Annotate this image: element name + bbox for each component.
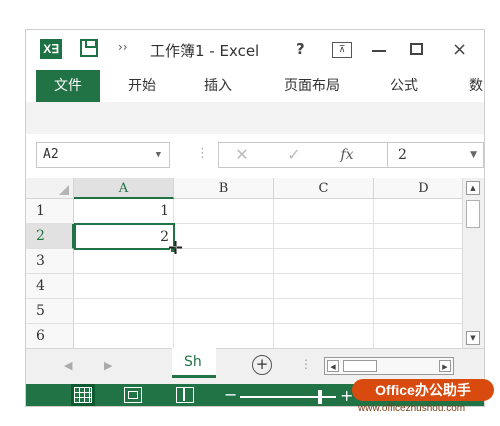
row-header-4[interactable]: 4 — [26, 274, 74, 299]
maximize-button[interactable] — [410, 43, 423, 55]
excel-logo-icon[interactable]: X∃ — [40, 39, 62, 59]
select-all-button[interactable] — [26, 178, 74, 199]
title-bar: X∃ ›› 工作簿1 - Excel ? ⊼ × — [26, 30, 484, 70]
window-title: 工作簿1 - Excel — [150, 42, 260, 60]
vertical-scroll-thumb[interactable] — [466, 200, 480, 228]
enter-icon[interactable]: ✓ — [279, 143, 309, 167]
cell-d3[interactable] — [374, 249, 462, 274]
zoom-out-button[interactable]: − — [224, 387, 237, 403]
scroll-up-icon[interactable]: ▲ — [466, 181, 480, 195]
sheet-prev-icon[interactable]: ◀ — [64, 359, 72, 372]
formula-value: 2 — [398, 147, 407, 163]
cell-a4[interactable] — [74, 274, 174, 299]
page-layout-view-icon[interactable] — [124, 387, 142, 403]
formula-bar: A2 ▼ ⋮ ✕ ✓ fx 2 ▼ — [26, 134, 484, 178]
cell-c3[interactable] — [274, 249, 374, 274]
tab-page-layout[interactable]: 页面布局 — [272, 70, 352, 102]
name-box-value: A2 — [43, 147, 59, 162]
tab-formulas[interactable]: 公式 — [378, 70, 430, 102]
watermark-url: www.officezhushou.com — [358, 403, 466, 414]
tab-split-grip-icon[interactable]: ⋮ — [300, 357, 312, 371]
spreadsheet-grid: A B C D 1 2 3 4 5 6 1 2 ✛ — [26, 178, 462, 348]
scroll-down-icon[interactable]: ▼ — [466, 331, 480, 345]
cell-d6[interactable] — [374, 324, 462, 348]
tab-file[interactable]: 文件 — [36, 70, 100, 102]
cell-b3[interactable] — [174, 249, 274, 274]
expand-formula-bar-icon[interactable]: ▼ — [470, 143, 477, 167]
column-header-b[interactable]: B — [174, 178, 274, 199]
watermark-badge: Office办公助手 — [352, 379, 494, 401]
name-box[interactable]: A2 ▼ — [36, 142, 170, 168]
excel-window: X∃ ›› 工作簿1 - Excel ? ⊼ × 文件 开始 插入 页面布局 公… — [25, 29, 485, 407]
minimize-button[interactable] — [372, 42, 386, 52]
name-box-dropdown-icon[interactable]: ▼ — [156, 143, 161, 167]
cell-b1[interactable] — [174, 199, 274, 224]
column-header-c[interactable]: C — [274, 178, 374, 199]
cell-a2-active[interactable]: 2 — [74, 223, 175, 250]
cell-b2[interactable] — [174, 224, 274, 249]
vertical-scrollbar[interactable]: ▲ ▼ — [462, 178, 484, 348]
cell-b4[interactable] — [174, 274, 274, 299]
cell-d5[interactable] — [374, 299, 462, 324]
row-header-1[interactable]: 1 — [26, 199, 74, 224]
quick-access-more-icon[interactable]: ›› — [118, 40, 128, 54]
cell-a1[interactable]: 1 — [74, 199, 174, 224]
cell-c5[interactable] — [274, 299, 374, 324]
save-icon[interactable] — [80, 39, 98, 57]
add-sheet-button[interactable]: + — [252, 355, 272, 375]
cell-c4[interactable] — [274, 274, 374, 299]
zoom-slider-knob[interactable] — [318, 390, 323, 404]
page-break-preview-icon[interactable] — [176, 387, 194, 403]
formula-buttons: ✕ ✓ fx — [218, 142, 388, 168]
sheet-tab-sheet1[interactable]: Sh — [172, 348, 216, 378]
column-header-d[interactable]: D — [374, 178, 462, 199]
scroll-right-icon[interactable]: ▶ — [439, 360, 451, 372]
row-header-6[interactable]: 6 — [26, 324, 74, 348]
formula-bar-grip-icon[interactable]: ⋮ — [196, 146, 209, 161]
cell-c1[interactable] — [274, 199, 374, 224]
normal-view-icon[interactable] — [71, 384, 95, 406]
horizontal-scrollbar[interactable]: ◀ ▶ — [324, 357, 454, 375]
cell-b5[interactable] — [174, 299, 274, 324]
tab-data[interactable]: 数 — [466, 70, 484, 102]
tab-home[interactable]: 开始 — [116, 70, 168, 102]
tab-insert[interactable]: 插入 — [192, 70, 244, 102]
row-header-5[interactable]: 5 — [26, 299, 74, 324]
zoom-slider[interactable] — [240, 390, 336, 404]
cell-c6[interactable] — [274, 324, 374, 348]
ribbon-display-options-button[interactable]: ⊼ — [332, 42, 352, 58]
cross-cursor-icon: ✛ — [168, 238, 184, 259]
help-button[interactable]: ? — [296, 37, 305, 61]
ribbon-collapsed-area — [26, 102, 484, 135]
sheet-next-icon[interactable]: ▶ — [104, 359, 112, 372]
ribbon-tabs: 文件 开始 插入 页面布局 公式 数 — [26, 70, 484, 102]
insert-function-button[interactable]: fx — [327, 143, 367, 167]
scroll-left-icon[interactable]: ◀ — [327, 360, 339, 372]
cell-d1[interactable] — [374, 199, 462, 224]
cell-d2[interactable] — [374, 224, 462, 249]
formula-input[interactable]: 2 ▼ — [388, 142, 484, 168]
cell-a3[interactable] — [74, 249, 174, 274]
horizontal-scroll-thumb[interactable] — [343, 360, 377, 372]
row-header-2[interactable]: 2 — [26, 224, 74, 249]
cell-b6[interactable] — [174, 324, 274, 348]
cell-d4[interactable] — [374, 274, 462, 299]
row-header-3[interactable]: 3 — [26, 249, 74, 274]
close-button[interactable]: × — [452, 37, 467, 61]
cancel-icon[interactable]: ✕ — [227, 143, 257, 167]
cell-a6[interactable] — [74, 324, 174, 348]
column-header-a[interactable]: A — [74, 178, 174, 199]
cell-a5[interactable] — [74, 299, 174, 324]
cell-c2[interactable] — [274, 224, 374, 249]
